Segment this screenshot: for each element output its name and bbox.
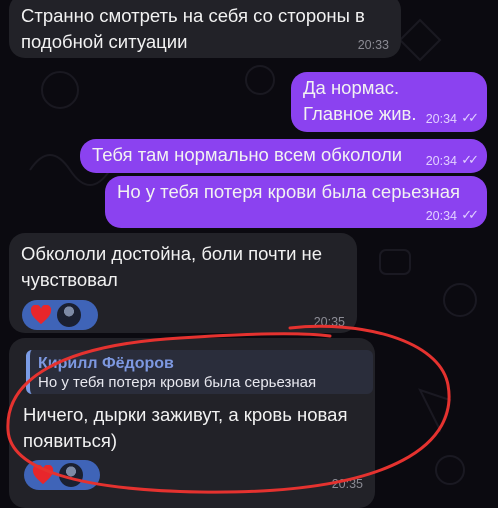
outgoing-message-1[interactable]: Да нормас. Главное жив. 20:34 ✓✓ <box>291 72 487 132</box>
message-time: 20:33 <box>357 38 389 52</box>
read-checkmark-icon: ✓✓ <box>461 152 479 167</box>
outgoing-message-2[interactable]: Тебя там нормально всем обкололи 20:34 ✓… <box>80 139 487 173</box>
heart-icon[interactable] <box>29 462 57 488</box>
avatar <box>57 461 85 489</box>
message-text: Обкололи достойна, боли почти не чувство… <box>21 243 328 290</box>
message-time: 20:34 <box>425 112 457 126</box>
message-text: Тебя там нормально всем обкололи <box>92 144 403 165</box>
reactions-bar[interactable] <box>22 300 98 330</box>
message-text: Ничего, дырки заживут, а кровь новая поя… <box>23 404 353 451</box>
reactions-bar[interactable] <box>24 460 100 490</box>
incoming-message-1[interactable]: Странно смотреть на себя со стороны в по… <box>9 0 401 58</box>
heart-icon[interactable] <box>27 302 55 328</box>
reply-preview[interactable]: Кирилл Фёдоров Но у тебя потеря крови бы… <box>26 350 373 394</box>
message-time: 20:35 <box>313 315 345 329</box>
message-text: Но у тебя потеря крови была серьезная <box>117 181 461 202</box>
reply-author: Кирилл Фёдоров <box>38 355 174 372</box>
read-checkmark-icon: ✓✓ <box>461 207 479 222</box>
reply-text: Но у тебя потеря крови была серьезная <box>38 374 317 391</box>
read-checkmark-icon: ✓✓ <box>461 110 479 125</box>
message-time: 20:35 <box>331 477 363 491</box>
message-text: Странно смотреть на себя со стороны в по… <box>21 5 371 52</box>
message-time: 20:34 <box>425 154 457 168</box>
avatar <box>55 301 83 329</box>
outgoing-message-3[interactable]: Но у тебя потеря крови была серьезная 20… <box>105 176 487 228</box>
message-time: 20:34 <box>425 209 457 223</box>
